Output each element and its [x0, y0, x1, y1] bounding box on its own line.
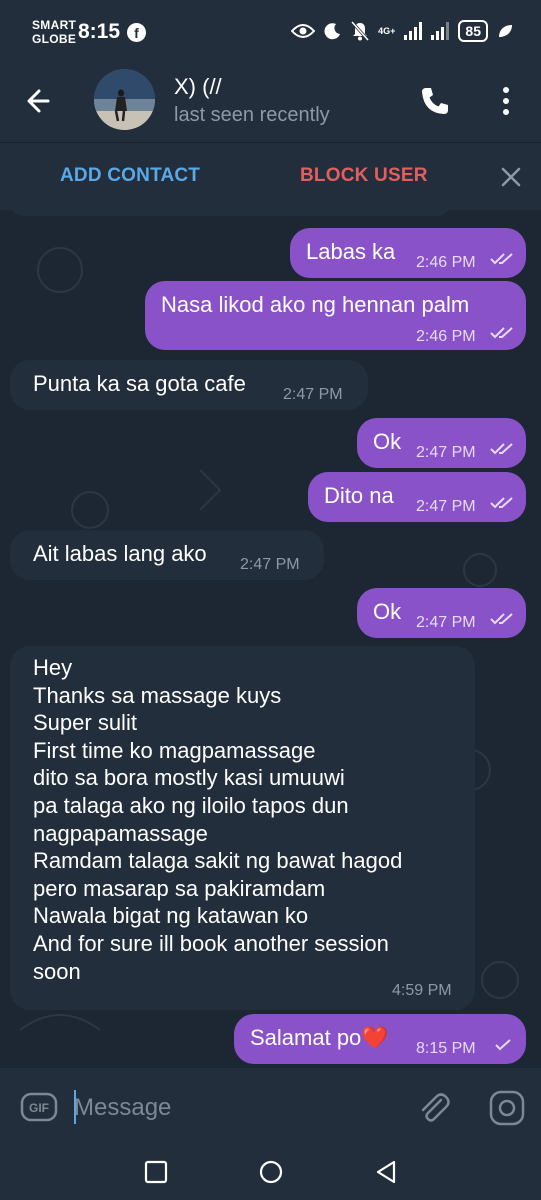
network-type: 4G+ — [378, 26, 396, 36]
message-text: Dito na — [324, 483, 394, 508]
message-time: 8:15 PM — [416, 1040, 476, 1057]
message-text: Ait labas lang ako — [33, 541, 207, 566]
message-text: Salamat po❤️ — [250, 1025, 389, 1050]
phone-icon[interactable] — [414, 80, 456, 122]
gif-icon[interactable]: GIF — [20, 1091, 58, 1123]
close-icon[interactable] — [496, 162, 526, 192]
last-seen-status: last seen recently — [174, 104, 330, 126]
facebook-icon: f — [127, 23, 146, 42]
message-bubble-incoming[interactable]: Punta ka sa gota cafe 2:47 PM — [10, 360, 368, 410]
bell-off-icon — [351, 21, 370, 41]
contact-action-bar: ADD CONTACT BLOCK USER — [0, 142, 541, 210]
status-clock: 8:15 — [78, 20, 121, 43]
status-bar: SMART GLOBE 8:15 f 4G+ 85 — [0, 0, 541, 60]
message-bubble-outgoing[interactable]: Ok 2:47 PM — [357, 588, 526, 638]
message-list[interactable]: Labas ka 2:46 PM Nasa likod ako ng henna… — [0, 210, 541, 1068]
double-check-icon — [490, 613, 513, 625]
message-text: Labas ka — [306, 239, 396, 264]
eye-icon — [291, 24, 316, 38]
svg-text:GIF: GIF — [29, 1101, 49, 1115]
message-time: 2:47 PM — [240, 556, 300, 573]
message-time: 2:47 PM — [416, 614, 476, 631]
more-vertical-icon[interactable] — [490, 80, 522, 122]
signal-icon — [431, 22, 450, 40]
message-time: 2:46 PM — [416, 254, 476, 271]
check-icon — [495, 1039, 511, 1051]
message-bubble-partial — [10, 210, 450, 216]
message-bubble-incoming[interactable]: Hey Thanks sa massage kuys Super sulit F… — [10, 646, 475, 1010]
message-time: 2:47 PM — [416, 498, 476, 515]
message-text: Nasa likod ako ng hennan palm — [161, 292, 470, 317]
moon-icon — [324, 23, 341, 40]
double-check-icon — [490, 253, 513, 265]
camera-icon[interactable] — [487, 1088, 527, 1128]
message-time: 2:47 PM — [283, 386, 343, 403]
avatar[interactable] — [94, 69, 155, 130]
paperclip-icon[interactable] — [414, 1088, 454, 1128]
message-text: Ok — [373, 429, 402, 454]
message-text: Ok — [373, 599, 402, 624]
message-time: 2:47 PM — [416, 444, 476, 461]
avatar-photo — [94, 69, 155, 130]
system-nav-bar — [0, 1144, 541, 1200]
circle-icon[interactable] — [257, 1158, 285, 1186]
arrow-left-icon[interactable] — [18, 78, 64, 124]
message-time: 4:59 PM — [392, 982, 452, 999]
message-bubble-outgoing[interactable]: Nasa likod ako ng hennan palm 2:46 PM — [145, 281, 526, 350]
message-text: Hey Thanks sa massage kuys Super sulit F… — [33, 655, 403, 984]
message-bubble-outgoing[interactable]: Dito na 2:47 PM — [308, 472, 526, 522]
add-contact-button[interactable]: ADD CONTACT — [60, 165, 200, 187]
triangle-back-icon[interactable] — [372, 1158, 400, 1186]
message-composer: GIF — [0, 1068, 541, 1144]
double-check-icon — [490, 327, 513, 339]
double-check-icon — [490, 443, 513, 455]
message-time: 2:46 PM — [416, 328, 476, 345]
chat-header: X) (// last seen recently — [0, 60, 541, 142]
chat-title[interactable]: X) (// — [174, 74, 222, 100]
square-icon[interactable] — [142, 1158, 170, 1186]
message-input[interactable] — [74, 1092, 394, 1124]
carrier-label: SMART GLOBE — [32, 18, 77, 46]
double-check-icon — [490, 497, 513, 509]
signal-icon — [404, 22, 423, 40]
leaf-icon — [499, 25, 512, 37]
battery-indicator: 85 — [458, 20, 488, 42]
message-bubble-outgoing[interactable]: Labas ka 2:46 PM — [290, 228, 526, 278]
message-text: Punta ka sa gota cafe — [33, 371, 246, 396]
message-bubble-incoming[interactable]: Ait labas lang ako 2:47 PM — [10, 530, 324, 580]
message-bubble-outgoing[interactable]: Ok 2:47 PM — [357, 418, 526, 468]
message-bubble-outgoing[interactable]: Salamat po❤️ 8:15 PM — [234, 1014, 526, 1064]
block-user-button[interactable]: BLOCK USER — [300, 165, 428, 187]
